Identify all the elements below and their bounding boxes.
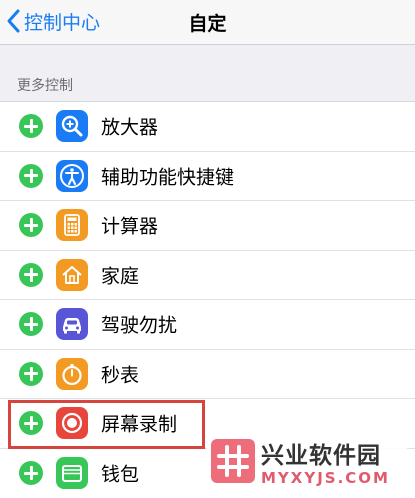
list-item-label: 计算器 <box>101 212 158 239</box>
accessibility-icon <box>56 160 88 192</box>
add-screen-recording-button[interactable] <box>19 411 43 435</box>
list-item-label: 钱包 <box>101 460 139 487</box>
screen-record-icon <box>56 407 88 439</box>
watermark-url: MYXYJS.COM <box>261 469 390 487</box>
list-item-label: 辅助功能快捷键 <box>101 162 234 189</box>
list-item-label: 驾驶勿扰 <box>101 311 177 338</box>
add-do-not-disturb-while-driving-button[interactable] <box>19 312 43 336</box>
calculator-icon <box>56 209 88 241</box>
list-item-label: 放大器 <box>101 113 158 140</box>
list-item-stopwatch: 秒表 <box>0 350 415 400</box>
magnifier-icon <box>56 110 88 142</box>
watermark: 兴业软件园 MYXYJS.COM <box>207 430 407 492</box>
list-item-home: 家庭 <box>0 251 415 301</box>
chevron-left-icon <box>6 8 22 34</box>
add-magnifier-button[interactable] <box>19 114 43 138</box>
stopwatch-icon <box>56 358 88 390</box>
navigation-bar: 控制中心 自定 <box>0 0 415 45</box>
home-icon <box>56 259 88 291</box>
add-wallet-button[interactable] <box>19 461 43 485</box>
back-button-label: 控制中心 <box>24 8 100 35</box>
car-icon <box>56 308 88 340</box>
watermark-logo <box>211 439 255 483</box>
section-header: 更多控制 <box>17 75 73 95</box>
add-stopwatch-button[interactable] <box>19 362 43 386</box>
wallet-icon <box>56 457 88 489</box>
list-item-label: 屏幕录制 <box>101 410 177 437</box>
watermark-title: 兴业软件园 <box>261 436 390 470</box>
list-item-do-not-disturb-while-driving: 驾驶勿扰 <box>0 300 415 350</box>
list-item-accessibility-shortcut: 辅助功能快捷键 <box>0 152 415 202</box>
list-item-calculator: 计算器 <box>0 201 415 251</box>
list-item-label: 家庭 <box>101 261 139 288</box>
add-accessibility-shortcut-button[interactable] <box>19 164 43 188</box>
add-calculator-button[interactable] <box>19 213 43 237</box>
list-item-label: 秒表 <box>101 360 139 387</box>
add-home-button[interactable] <box>19 263 43 287</box>
list-item-magnifier: 放大器 <box>0 102 415 152</box>
back-button[interactable]: 控制中心 <box>6 6 100 36</box>
